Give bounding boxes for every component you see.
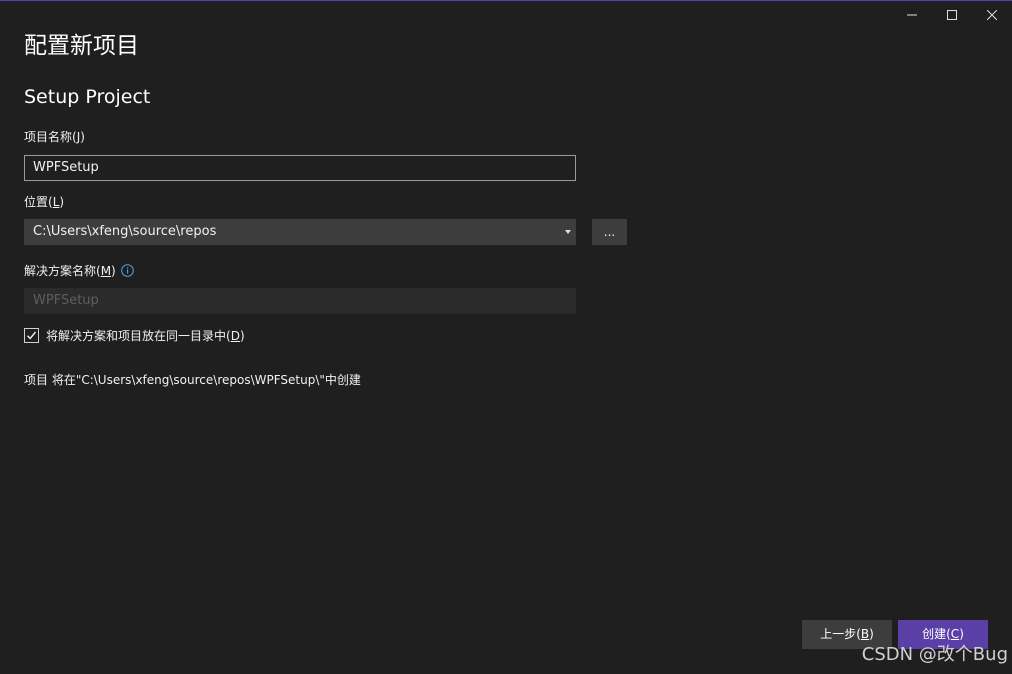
create-button-label: 创建(: [922, 627, 951, 641]
project-name-label-text: 项目名称(: [24, 130, 77, 144]
info-icon[interactable]: [121, 264, 134, 277]
maximize-icon: [947, 10, 957, 20]
location-combobox[interactable]: C:\Users\xfeng\source\repos: [24, 219, 576, 245]
same-directory-checkbox[interactable]: [24, 328, 39, 343]
location-label-text: 位置(: [24, 195, 53, 209]
location-label-end: ): [59, 195, 65, 209]
close-button[interactable]: [972, 0, 1012, 30]
same-directory-accel: D: [230, 329, 240, 343]
create-button-accel: C: [950, 627, 960, 641]
same-directory-label-end: ): [239, 329, 245, 343]
checkmark-icon: [27, 331, 37, 340]
back-button-label: 上一步(: [820, 627, 861, 641]
window-controls: [892, 0, 1012, 30]
maximize-button[interactable]: [932, 0, 972, 30]
project-name-label-end: ): [80, 130, 85, 144]
dialog-title: 配置新项目: [24, 33, 139, 59]
project-name-input[interactable]: WPFSetup: [24, 155, 576, 181]
solution-name-label: 解决方案名称(M): [24, 263, 116, 279]
location-label: 位置(L): [24, 194, 64, 210]
solution-name-accel: M: [100, 264, 112, 278]
template-name: Setup Project: [24, 86, 151, 108]
solution-name-label-text: 解决方案名称(: [24, 264, 101, 278]
back-button-end: ): [869, 627, 874, 641]
same-directory-label[interactable]: 将解决方案和项目放在同一目录中(D): [46, 328, 245, 344]
create-button-end: ): [959, 627, 964, 641]
watermark: CSDN @改个Bug: [861, 644, 1008, 665]
project-path-info: 项目 将在"C:\Users\xfeng\source\repos\WPFSet…: [24, 373, 361, 387]
solution-name-input: WPFSetup: [24, 288, 576, 314]
chevron-down-icon[interactable]: [565, 230, 571, 234]
location-value: C:\Users\xfeng\source\repos: [33, 224, 217, 239]
window-accent-line: [0, 0, 1012, 1]
solution-name-label-end: ): [111, 264, 116, 278]
close-icon: [987, 10, 997, 20]
minimize-button[interactable]: [892, 0, 932, 30]
back-button-accel: B: [860, 627, 870, 641]
project-name-label: 项目名称(J): [24, 129, 85, 145]
browse-button[interactable]: ...: [592, 219, 627, 245]
minimize-icon: [907, 14, 917, 16]
same-directory-label-text: 将解决方案和项目放在同一目录中(: [46, 329, 231, 343]
